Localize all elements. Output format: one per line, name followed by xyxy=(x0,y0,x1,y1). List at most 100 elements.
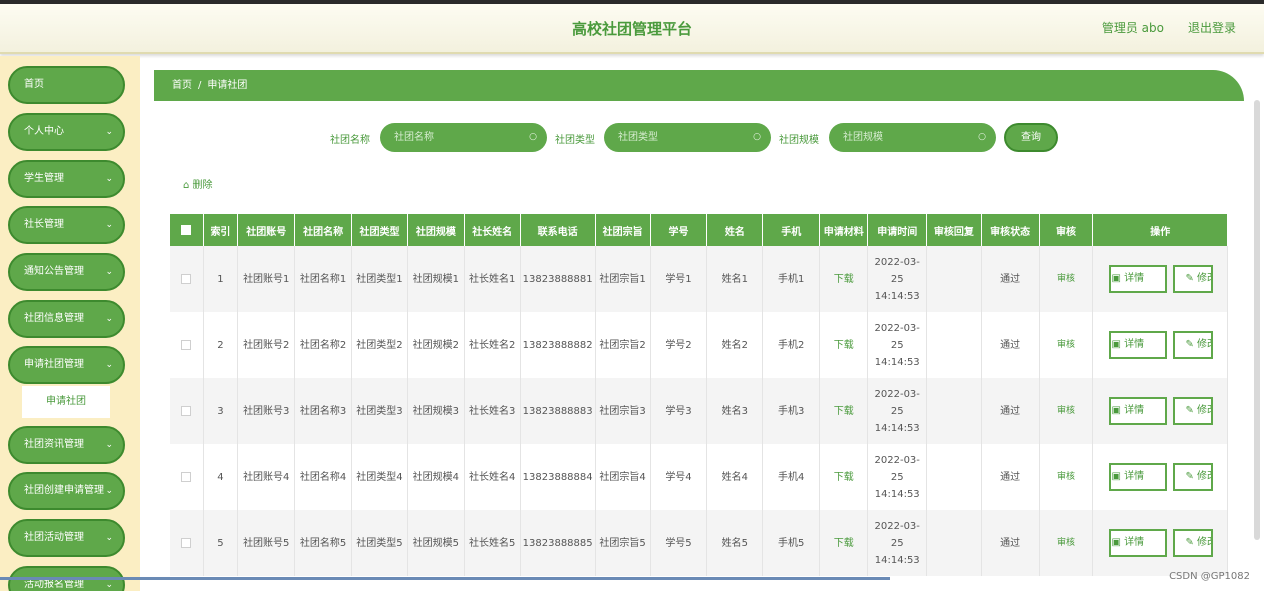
edit-button[interactable]: ✎ 修改 xyxy=(1173,529,1214,557)
sidebar-item-profile[interactable]: 个人中心 ⌄ xyxy=(8,113,125,151)
cell-mobile: 手机2 xyxy=(762,312,821,378)
search-input-club-scale[interactable]: 社团规模 ○ xyxy=(829,123,996,152)
download-link[interactable]: 下载 xyxy=(819,246,869,312)
download-link[interactable]: 下载 xyxy=(819,510,869,576)
row-checkbox[interactable] xyxy=(170,378,204,444)
detail-button[interactable]: ▣ 详情 xyxy=(1109,529,1168,557)
cell-purpose: 社团宗旨5 xyxy=(595,510,651,576)
cell-scale: 社团规模4 xyxy=(407,444,465,510)
audit-link[interactable]: 审核 xyxy=(1039,312,1094,378)
sidebar-item-label: 个人中心 xyxy=(24,126,64,137)
cell-type: 社团类型4 xyxy=(351,444,408,510)
delete-icon: ⌂ xyxy=(183,180,190,191)
cell-leader: 社长姓名5 xyxy=(464,510,521,576)
delete-button[interactable]: ⌂ 删除 xyxy=(183,176,213,191)
sidebar-item-club-applications[interactable]: 申请社团管理 ⌄ xyxy=(8,346,125,384)
audit-link[interactable]: 审核 xyxy=(1039,246,1094,312)
audit-link[interactable]: 审核 xyxy=(1039,378,1094,444)
edit-button[interactable]: ✎ 修改 xyxy=(1173,463,1214,491)
cell-idx: 4 xyxy=(203,444,239,510)
submenu-apply-club[interactable]: 申请社团 xyxy=(22,386,110,418)
row-checkbox[interactable] xyxy=(170,246,204,312)
cell-leader: 社长姓名4 xyxy=(464,444,521,510)
download-link[interactable]: 下载 xyxy=(819,444,869,510)
search-input-club-name[interactable]: 社团名称 ○ xyxy=(380,123,547,152)
sidebar-item-club-news[interactable]: 社团资讯管理 ⌄ xyxy=(8,426,125,464)
detail-button[interactable]: ▣ 详情 xyxy=(1109,265,1168,293)
breadcrumb-home[interactable]: 首页 xyxy=(172,80,192,91)
edit-label: 修改 xyxy=(1197,471,1211,482)
edit-icon: ✎ xyxy=(1185,537,1198,548)
page-scrollbar[interactable] xyxy=(1254,100,1260,540)
sidebar-item-home[interactable]: 首页 xyxy=(8,66,125,104)
cell-sid: 学号2 xyxy=(650,312,708,378)
detail-button[interactable]: ▣ 详情 xyxy=(1109,331,1168,359)
row-actions: ▣ 详情✎ 修改 xyxy=(1092,444,1228,510)
cell-purpose: 社团宗旨2 xyxy=(595,312,651,378)
detail-button[interactable]: ▣ 详情 xyxy=(1109,463,1168,491)
edit-button[interactable]: ✎ 修改 xyxy=(1173,265,1214,293)
logout-link[interactable]: 退出登录 xyxy=(1188,19,1236,36)
col-header: 申请材料 xyxy=(819,214,869,246)
col-header: 手机 xyxy=(762,214,821,246)
sidebar-item-leaders[interactable]: 社长管理 ⌄ xyxy=(8,206,125,244)
search-placeholder: 社团规模 xyxy=(843,132,883,143)
cell-purpose: 社团宗旨3 xyxy=(595,378,651,444)
detail-icon: ▣ xyxy=(1111,405,1125,416)
cell-phone: 13823888881 xyxy=(520,246,596,312)
edit-icon: ✎ xyxy=(1185,405,1198,416)
sidebar-item-club-info[interactable]: 社团信息管理 ⌄ xyxy=(8,300,125,338)
bottom-progress-bar xyxy=(0,577,890,580)
delete-label: 删除 xyxy=(192,180,213,191)
select-all-checkbox[interactable] xyxy=(170,214,204,246)
cell-reply xyxy=(926,444,982,510)
audit-link[interactable]: 审核 xyxy=(1039,510,1094,576)
cell-scale: 社团规模1 xyxy=(407,246,465,312)
search-input-club-type[interactable]: 社团类型 ○ xyxy=(604,123,771,152)
cell-leader: 社长姓名3 xyxy=(464,378,521,444)
cell-purpose: 社团宗旨4 xyxy=(595,444,651,510)
detail-label: 详情 xyxy=(1124,339,1145,350)
edit-button[interactable]: ✎ 修改 xyxy=(1173,331,1214,359)
cell-type: 社团类型1 xyxy=(351,246,408,312)
app-title: 高校社团管理平台 xyxy=(571,20,692,38)
download-link[interactable]: 下载 xyxy=(819,312,869,378)
detail-button[interactable]: ▣ 详情 xyxy=(1109,397,1168,425)
sidebar-item-notices[interactable]: 通知公告管理 ⌄ xyxy=(8,253,125,291)
audit-link[interactable]: 审核 xyxy=(1039,444,1094,510)
cell-status: 通过 xyxy=(981,510,1040,576)
sidebar: 首页 个人中心 ⌄ 学生管理 ⌄ 社长管理 ⌄ 通知公告管理 ⌄ 社团信息管理 ⌄ 申请社… xyxy=(0,56,140,591)
cell-sid: 学号3 xyxy=(650,378,708,444)
sidebar-item-students[interactable]: 学生管理 ⌄ xyxy=(8,160,125,198)
cell-status: 通过 xyxy=(981,444,1040,510)
row-checkbox[interactable] xyxy=(170,444,204,510)
cell-scale: 社团规模5 xyxy=(407,510,465,576)
cell-time: 2022-03-25 14:14:53 xyxy=(867,312,927,378)
cell-phone: 13823888884 xyxy=(520,444,596,510)
cell-leader: 社长姓名1 xyxy=(464,246,521,312)
row-actions: ▣ 详情✎ 修改 xyxy=(1092,312,1228,378)
cell-sname: 姓名4 xyxy=(706,444,764,510)
sidebar-item-club-creation[interactable]: 社团创建申请管理 ⌄ xyxy=(8,472,125,510)
row-checkbox[interactable] xyxy=(170,510,204,576)
cell-name: 社团名称4 xyxy=(294,444,353,510)
cell-sname: 姓名2 xyxy=(706,312,764,378)
detail-label: 详情 xyxy=(1124,537,1145,548)
query-button[interactable]: 查询 xyxy=(1004,123,1058,152)
cell-acct: 社团账号1 xyxy=(237,246,296,312)
breadcrumb: 首页 / 申请社团 xyxy=(154,70,1244,101)
cell-sid: 学号4 xyxy=(650,444,708,510)
sidebar-item-club-activities[interactable]: 社团活动管理 ⌄ xyxy=(8,519,125,557)
current-user: 管理员 abo xyxy=(1101,21,1164,35)
table-row: 1 社团账号1 社团名称1 社团类型1 社团规模1 社长姓名1 13823888881 社团宗… xyxy=(170,246,1228,312)
edit-button[interactable]: ✎ 修改 xyxy=(1173,397,1214,425)
cell-sname: 姓名5 xyxy=(706,510,764,576)
cell-idx: 1 xyxy=(203,246,239,312)
cell-sname: 姓名3 xyxy=(706,378,764,444)
download-link[interactable]: 下载 xyxy=(819,378,869,444)
cell-mobile: 手机3 xyxy=(762,378,821,444)
col-header: 申请时间 xyxy=(867,214,927,246)
edit-icon: ✎ xyxy=(1185,339,1198,350)
detail-icon: ▣ xyxy=(1111,273,1125,284)
row-checkbox[interactable] xyxy=(170,312,204,378)
